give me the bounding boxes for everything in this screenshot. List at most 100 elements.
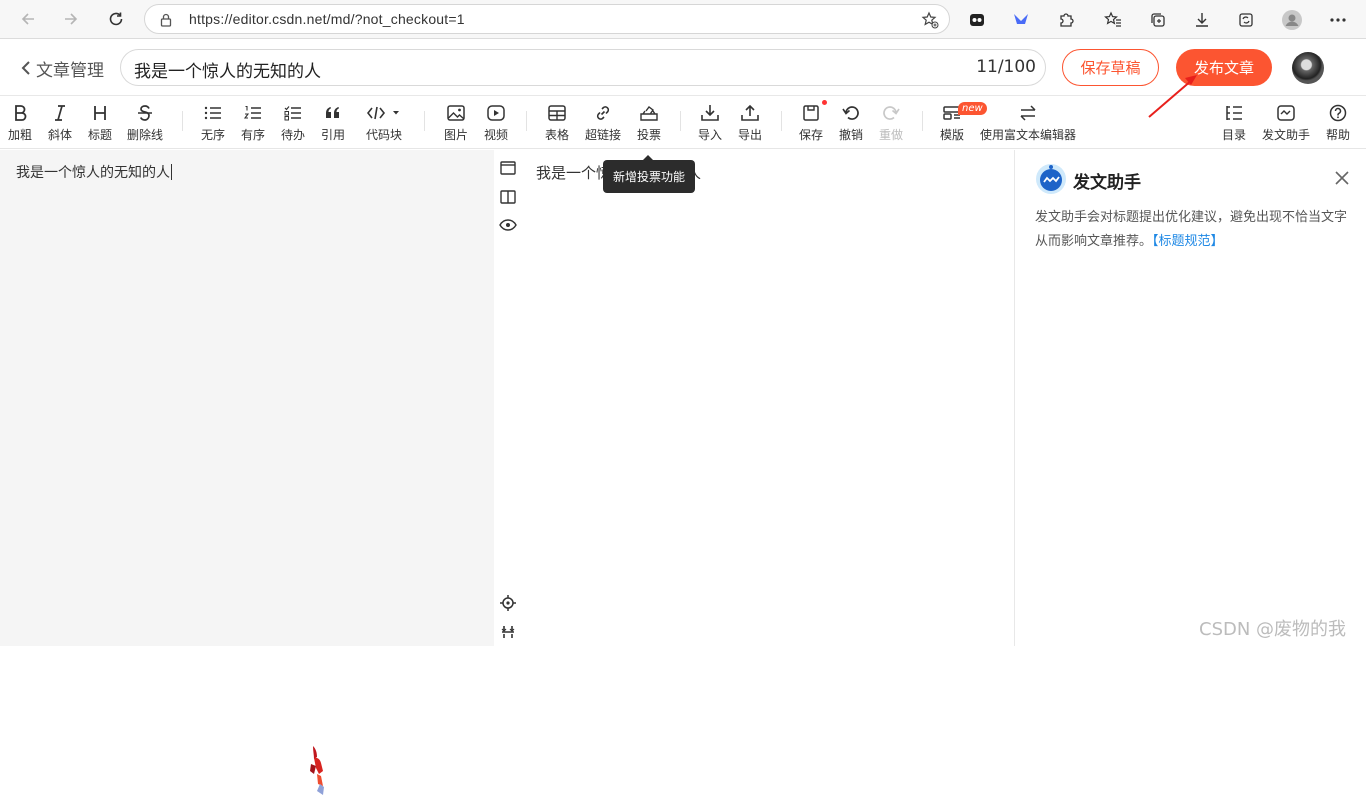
editor-content: 我是一个惊人的无知的人 [16, 162, 172, 182]
back-arrow-icon[interactable] [14, 6, 42, 32]
title-guidelines-link[interactable]: 【标题规范】 [1152, 234, 1224, 249]
new-badge: new [958, 102, 987, 115]
sync-icon[interactable] [1233, 7, 1259, 33]
toolbar-divider [182, 111, 183, 131]
title-input[interactable]: 我是一个惊人的无知的人 11/100 [120, 49, 1046, 86]
code-block-icon [367, 102, 401, 124]
article-management-label: 文章管理 [36, 60, 104, 81]
toc-label: 目录 [1221, 128, 1246, 142]
export-label: 导出 [737, 128, 762, 142]
assistant-label: 发文助手 [1261, 128, 1310, 142]
strikethrough-tool[interactable]: 删除线 [125, 102, 165, 146]
reload-icon[interactable] [102, 6, 130, 32]
full-editor-icon[interactable] [498, 158, 518, 178]
add-favorite-icon[interactable] [921, 11, 939, 33]
vote-feature-tooltip: 新增投票功能 [603, 155, 695, 193]
strikethrough-label: 删除线 [126, 128, 163, 142]
quote-icon [325, 102, 341, 124]
table-tool[interactable]: 表格 [543, 102, 571, 146]
ordered-list-label: 有序 [240, 128, 265, 142]
article-management-link[interactable]: 文章管理 [20, 55, 104, 81]
extension-icon[interactable] [964, 7, 990, 33]
preview-eye-icon[interactable] [498, 215, 518, 235]
toolbar-divider [526, 111, 527, 131]
markdown-editor[interactable]: 我是一个惊人的无知的人 [0, 150, 494, 795]
title-char-count: 11/100 [976, 57, 1036, 77]
vote-tool[interactable]: 投票 [635, 102, 663, 146]
code-block-tool[interactable]: 代码块 [362, 102, 406, 146]
download-icon[interactable] [1189, 7, 1215, 33]
bold-icon [13, 102, 27, 124]
import-label: 导入 [697, 128, 722, 142]
video-icon [487, 102, 505, 124]
video-tool[interactable]: 视频 [482, 102, 510, 146]
chevron-left-icon [21, 61, 30, 75]
todo-list-label: 待办 [280, 128, 305, 142]
assistant-description: 发文助手会对标题提出优化建议，避免出现不恰当文字从而影响文章推荐。【标题规范】 [1035, 206, 1351, 254]
assistant-icon [1277, 102, 1295, 124]
heading-tool[interactable]: 标题 [86, 102, 114, 146]
strikethrough-icon [137, 102, 153, 124]
profile-icon[interactable] [1279, 7, 1305, 33]
code-block-label: 代码块 [365, 128, 402, 142]
toolbar-divider [424, 111, 425, 131]
unordered-list-label: 无序 [200, 128, 225, 142]
save-draft-button[interactable]: 保存草稿 [1062, 49, 1159, 86]
ordered-list-tool[interactable]: 有序 [239, 102, 267, 146]
favorites-icon[interactable] [1100, 7, 1126, 33]
avatar[interactable] [1292, 52, 1324, 84]
undo-tool[interactable]: 撤销 [837, 102, 865, 146]
image-tool[interactable]: 图片 [442, 102, 470, 146]
close-icon[interactable] [1334, 170, 1350, 186]
markdown-toolbar: 加粗 斜体 标题 删除线 无序 有序 待办 引用 代码块 图片 视频 表格 超链… [0, 97, 1366, 149]
browser-toolbar: https://editor.csdn.net/md/?not_checkout… [0, 0, 1366, 39]
quote-tool[interactable]: 引用 [319, 102, 347, 146]
publishing-assistant-tool[interactable]: 发文助手 [1261, 102, 1311, 146]
lock-icon [159, 12, 173, 31]
puzzle-icon[interactable] [1053, 7, 1079, 33]
rocket-icon[interactable] [304, 744, 332, 796]
export-tool[interactable]: 导出 [736, 102, 764, 146]
table-of-contents-icon [1225, 102, 1243, 124]
publish-button[interactable]: 发布文章 [1176, 49, 1272, 86]
assistant-logo-icon [1036, 164, 1066, 194]
todo-list-icon [284, 102, 302, 124]
hyperlink-tool[interactable]: 超链接 [583, 102, 623, 146]
import-tool[interactable]: 导入 [696, 102, 724, 146]
todo-list-tool[interactable]: 待办 [279, 102, 307, 146]
collections-icon[interactable] [1145, 7, 1171, 33]
address-bar[interactable]: https://editor.csdn.net/md/?not_checkout… [144, 4, 950, 34]
hyperlink-label: 超链接 [584, 128, 621, 142]
split-view-icon[interactable] [498, 187, 518, 207]
sync-scroll-icon[interactable] [498, 622, 518, 642]
vote-icon [640, 102, 658, 124]
undo-icon [842, 102, 860, 124]
italic-icon [53, 102, 67, 124]
template-label: 模版 [939, 128, 964, 142]
export-icon [741, 102, 759, 124]
help-tool[interactable]: 帮助 [1325, 102, 1351, 146]
ordered-list-icon [244, 102, 262, 124]
bold-tool[interactable]: 加粗 [6, 102, 34, 146]
more-options-icon[interactable] [1325, 7, 1351, 33]
redo-label: 重做 [878, 128, 903, 142]
heading-icon [93, 102, 107, 124]
video-label: 视频 [483, 128, 508, 142]
vote-label: 投票 [636, 128, 661, 142]
italic-tool[interactable]: 斜体 [46, 102, 74, 146]
table-icon [548, 102, 566, 124]
redo-tool[interactable]: 重做 [877, 102, 905, 146]
save-tool[interactable]: 保存 [797, 102, 825, 146]
unsaved-dot [822, 100, 827, 105]
italic-label: 斜体 [47, 128, 72, 142]
toc-tool[interactable]: 目录 [1221, 102, 1247, 146]
forward-arrow-icon[interactable] [57, 6, 85, 32]
url-text: https://editor.csdn.net/md/?not_checkout… [189, 11, 465, 27]
rich-text-editor-toggle[interactable]: 使用富文本编辑器 [980, 102, 1076, 146]
image-label: 图片 [443, 128, 468, 142]
unordered-list-tool[interactable]: 无序 [199, 102, 227, 146]
locate-icon[interactable] [498, 593, 518, 613]
switch-arrows-icon [1019, 102, 1037, 124]
bird-extension-icon[interactable] [1008, 7, 1034, 33]
watermark: CSDN @废物的我 [1199, 619, 1347, 640]
